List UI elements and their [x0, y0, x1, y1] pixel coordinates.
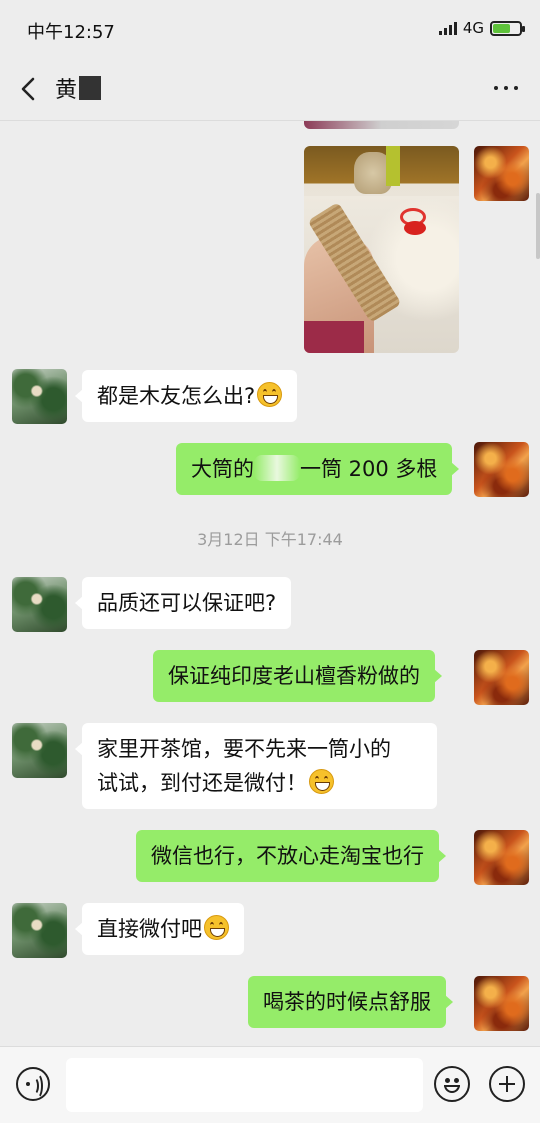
message-bubble-outgoing[interactable]: 喝茶的时候点舒服: [248, 976, 453, 1028]
contact-avatar[interactable]: [12, 903, 67, 958]
my-avatar[interactable]: [474, 830, 529, 885]
message-list[interactable]: 都是木友怎么出? 大筒的 一筒 200 多根 3月12日 下午17:44 品质还可…: [0, 121, 540, 1046]
message-bubble-outgoing[interactable]: 微信也行，不放心走淘宝也行: [136, 830, 446, 882]
contact-avatar[interactable]: [12, 369, 67, 424]
message-bubble-outgoing[interactable]: 大筒的 一筒 200 多根: [176, 443, 460, 495]
scrollbar[interactable]: [536, 193, 540, 259]
chat-title: 黄: [55, 72, 102, 104]
plus-icon[interactable]: [489, 1066, 525, 1102]
previous-image-edge[interactable]: [304, 121, 459, 129]
my-avatar[interactable]: [474, 976, 529, 1031]
chevron-left-icon[interactable]: [14, 74, 44, 104]
status-icons: 4G: [438, 19, 525, 37]
status-time: 中午12:57: [27, 22, 115, 43]
battery-charging-icon: [490, 20, 525, 36]
emoji-icon[interactable]: [434, 1066, 470, 1102]
voice-icon[interactable]: [16, 1067, 50, 1101]
my-avatar[interactable]: [474, 146, 529, 201]
message-bubble-incoming[interactable]: 家里开茶馆，要不先来一筒小的 试试，到付还是微付！: [75, 723, 437, 809]
network-type: 4G: [462, 19, 484, 37]
contact-avatar[interactable]: [12, 723, 67, 778]
input-bar: [0, 1046, 540, 1123]
message-timestamp: 3月12日 下午17:44: [197, 530, 343, 549]
chat-header: 黄: [0, 60, 540, 121]
grin-emoji-icon: [257, 382, 283, 407]
my-avatar[interactable]: [474, 650, 529, 705]
message-bubble-outgoing[interactable]: 保证纯印度老山檀香粉做的: [153, 650, 442, 702]
status-bar: 中午12:57 4G: [0, 0, 540, 60]
grin-emoji-icon: [309, 769, 334, 794]
blurred-text: [254, 455, 300, 481]
my-avatar[interactable]: [474, 442, 529, 497]
signal-icon: [438, 21, 457, 35]
message-bubble-incoming[interactable]: 直接微付吧: [75, 903, 244, 955]
message-bubble-incoming[interactable]: 品质还可以保证吧?: [74, 577, 292, 629]
more-icon[interactable]: [494, 86, 518, 90]
contact-avatar[interactable]: [12, 577, 67, 632]
grin-emoji-icon: [204, 915, 229, 940]
message-bubble-incoming[interactable]: 都是木友怎么出?: [74, 370, 298, 422]
message-input[interactable]: [66, 1058, 423, 1112]
image-message[interactable]: [304, 146, 459, 353]
